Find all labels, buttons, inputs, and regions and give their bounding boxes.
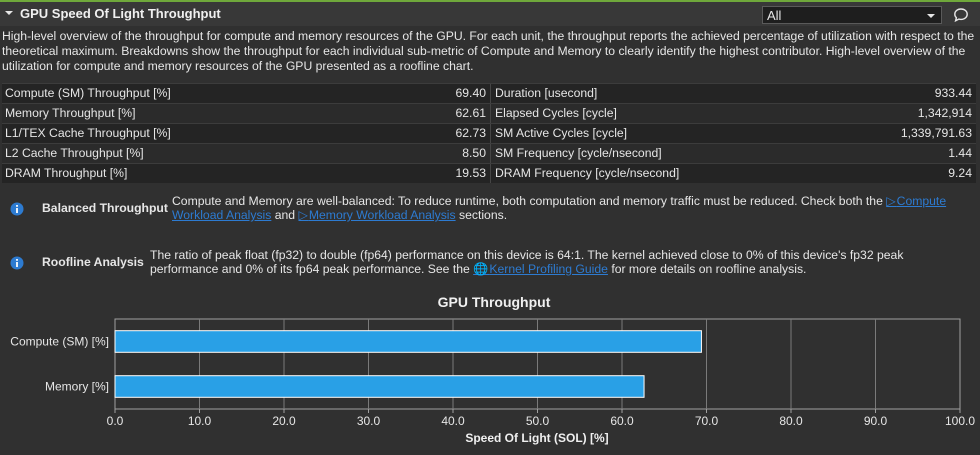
x-tick-label: 50.0 — [526, 414, 550, 428]
rule-text: and — [271, 208, 299, 222]
metric-value: 62.61 — [455, 106, 487, 120]
metric-name: Elapsed Cycles [cycle] — [495, 106, 617, 120]
column-divider — [490, 164, 491, 183]
rule-name: Roofline Analysis — [42, 255, 144, 269]
metric-row: L1/TEX Cache Throughput [%] 62.73 SM Activ… — [2, 123, 976, 143]
x-tick-label: 20.0 — [272, 414, 296, 428]
link-text: Kernel Profiling Guide — [489, 262, 608, 276]
x-tick-label: 10.0 — [188, 414, 212, 428]
rule-text: for more details on roofline analysis. — [607, 262, 807, 276]
rule-message: The ratio of peak float (fp32) to double… — [150, 248, 970, 276]
section-description: High-level overview of the throughput fo… — [2, 29, 975, 73]
metric-name: Duration [usecond] — [495, 86, 598, 100]
metric-value: 8.50 — [462, 146, 486, 160]
metric-row: Memory Throughput [%] 62.61 Elapsed Cycles… — [2, 103, 976, 123]
metric-value: 19.53 — [455, 166, 487, 180]
metric-name: SM Frequency [cycle/nsecond] — [495, 146, 662, 160]
x-tick-label: 30.0 — [357, 414, 381, 428]
rule-message: Compute and Memory are well-balanced: To… — [172, 194, 972, 222]
metric-value: 1.44 — [948, 146, 972, 160]
metrics-table: Compute (SM) Throughput [%] 69.40 Duration… — [2, 83, 976, 183]
metric-value: 1,339,791.63 — [900, 126, 972, 140]
memory-workload-link[interactable]: ▷ Memory Workload Analysis — [298, 208, 455, 222]
metric-row: DRAM Throughput [%] 19.53 DRAM Frequency [… — [2, 163, 976, 183]
metric-value: 62.73 — [455, 126, 487, 140]
x-tick-label: 90.0 — [864, 414, 888, 428]
link-text: Workload Analysis — [172, 208, 272, 222]
column-divider — [490, 144, 491, 163]
rule-text: performance and 0% of its fp64 peak perf… — [150, 262, 474, 276]
rule-text: Compute and Memory are well-balanced: To… — [172, 194, 887, 208]
kernel-profiling-guide-link[interactable]: 🌐 Kernel Profiling Guide — [473, 262, 608, 276]
metric-name: DRAM Frequency [cycle/nsecond] — [495, 166, 680, 180]
metric-name: DRAM Throughput [%] — [5, 166, 128, 180]
x-tick-label: 60.0 — [610, 414, 634, 428]
column-divider — [490, 104, 491, 123]
column-divider — [490, 84, 491, 103]
gpu-throughput-chart: GPU Throughput Speed Of Light (SOL) [%] … — [0, 288, 980, 450]
metric-name: Compute (SM) Throughput [%] — [5, 86, 171, 100]
metric-name: L1/TEX Cache Throughput [%] — [5, 126, 171, 140]
section-header[interactable]: GPU Speed Of Light Throughput All — [0, 2, 980, 26]
chart-title: GPU Throughput — [438, 294, 551, 310]
x-tick-label: 70.0 — [695, 414, 719, 428]
metric-row: L2 Cache Throughput [%] 8.50 SM Frequency … — [2, 143, 976, 163]
metric-name: L2 Cache Throughput [%] — [5, 146, 144, 160]
rule-name: Balanced Throughput — [42, 201, 168, 215]
info-icon — [10, 256, 24, 270]
rule-text: sections. — [455, 208, 508, 222]
chart-svg: GPU Throughput Speed Of Light (SOL) [%] … — [10, 294, 975, 445]
column-divider — [490, 124, 491, 143]
metric-value: 1,342,914 — [917, 106, 972, 120]
x-tick-label: 100.0 — [945, 414, 975, 428]
metric-row: Compute (SM) Throughput [%] 69.40 Duration… — [2, 83, 976, 103]
bar[interactable] — [114, 330, 702, 353]
link-text: Memory Workload Analysis — [308, 208, 456, 222]
info-icon — [10, 202, 24, 216]
link-text: Compute — [896, 194, 947, 208]
category-label: Memory [%] — [45, 380, 109, 394]
section-title: GPU Speed Of Light Throughput — [20, 6, 221, 21]
chevron-down-icon[interactable] — [4, 8, 14, 18]
metric-name: Memory Throughput [%] — [5, 106, 136, 120]
x-tick-label: 40.0 — [441, 414, 465, 428]
chevron-down-icon — [927, 14, 935, 18]
category-label: Compute (SM) [%] — [10, 335, 109, 349]
filter-selected-value: All — [767, 8, 782, 23]
metric-value: 69.40 — [455, 86, 487, 100]
metric-value: 9.24 — [948, 166, 972, 180]
metric-value: 933.44 — [934, 86, 972, 100]
rule-text: The ratio of peak float (fp32) to double… — [150, 248, 904, 262]
metric-name: SM Active Cycles [cycle] — [495, 126, 628, 140]
x-tick-label: 0.0 — [107, 414, 124, 428]
comment-icon[interactable] — [953, 7, 969, 23]
x-tick-label: 80.0 — [779, 414, 803, 428]
body-filter-select[interactable]: All — [762, 6, 942, 24]
bar[interactable] — [114, 375, 645, 398]
x-axis-label: Speed Of Light (SOL) [%] — [465, 431, 608, 445]
